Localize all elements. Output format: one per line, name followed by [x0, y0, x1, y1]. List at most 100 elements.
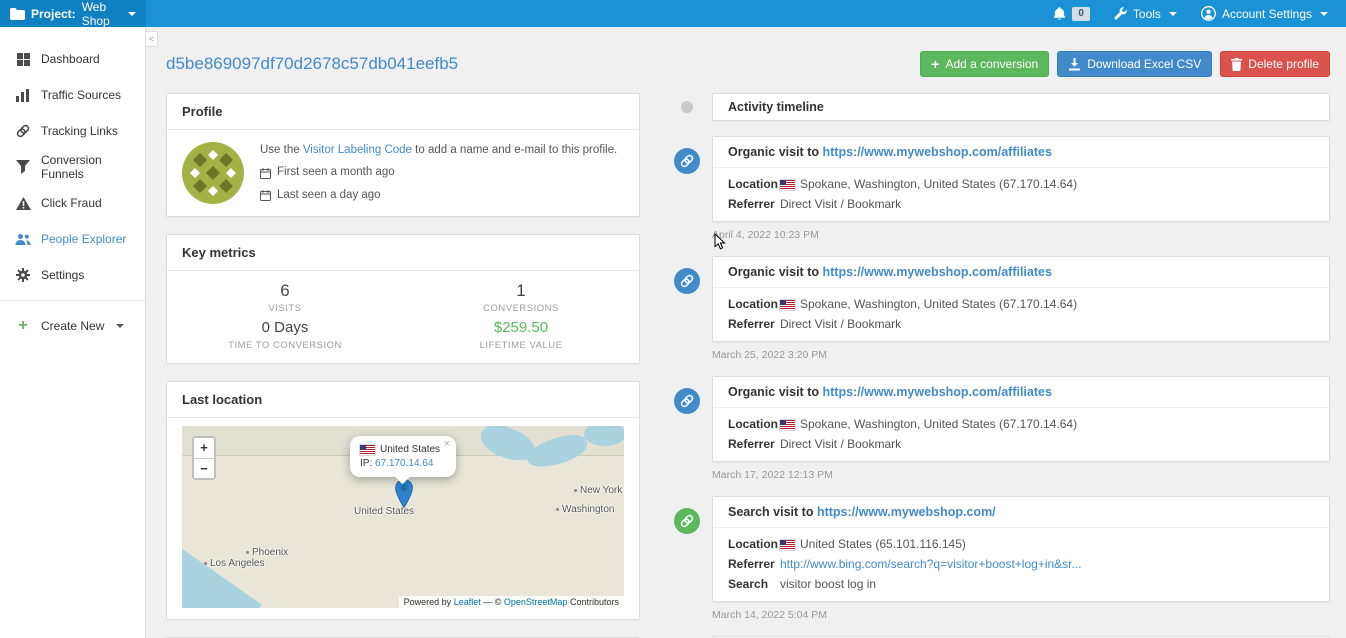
main-content: < d5be869097df70d2678c57db041eefb5 + Add… — [146, 27, 1346, 638]
metric-conversions: 1 CONVERSIONS — [483, 281, 559, 314]
us-flag-icon — [779, 538, 796, 551]
visit-url-link[interactable]: https://www.mywebshop.com/affiliates — [822, 145, 1051, 159]
plus-icon: + — [18, 317, 28, 334]
download-icon — [1068, 57, 1081, 71]
event-card: Organic visit to https://www.mywebshop.c… — [712, 376, 1330, 462]
event-timestamp: March 25, 2022 3:20 PM — [712, 349, 827, 361]
map-city-label: Washington — [556, 504, 614, 515]
notifications-button[interactable]: 0 — [1053, 0, 1090, 27]
user-icon — [1200, 6, 1216, 21]
us-flag-icon — [359, 443, 376, 456]
download-csv-button[interactable]: Download Excel CSV — [1057, 51, 1213, 77]
create-new-menu[interactable]: + Create New — [0, 308, 145, 344]
event-card: Organic visit to https://www.mywebshop.c… — [712, 256, 1330, 342]
tools-label: Tools — [1132, 6, 1161, 21]
leaflet-link[interactable]: Leaflet — [454, 597, 481, 607]
tools-menu[interactable]: Tools — [1114, 0, 1177, 27]
sidebar-item-label: Dashboard — [41, 52, 100, 66]
visit-url-link[interactable]: https://www.mywebshop.com/affiliates — [822, 265, 1051, 279]
event-title: Search visit to https://www.mywebshop.co… — [713, 497, 1329, 528]
visitor-labeling-code-link[interactable]: Visitor Labeling Code — [303, 144, 412, 156]
location-row: Location United States (65.101.116.145) — [728, 537, 966, 551]
last-location-title: Last location — [167, 382, 639, 418]
search-row: Search visitor boost log in — [728, 577, 877, 591]
timeline-event: Search visit to https://www.mywebshop.co… — [674, 496, 1330, 622]
profile-card: Profile Use the Visitor Labeling Code to… — [166, 93, 640, 217]
link-icon — [674, 268, 700, 294]
visit-url-link[interactable]: https://www.mywebshop.com/ — [817, 505, 996, 519]
account-settings-menu[interactable]: Account Settings — [1200, 0, 1328, 27]
event-timestamp: March 17, 2022 12:13 PM — [712, 469, 833, 481]
sidebar-collapse-button[interactable]: < — [146, 31, 158, 47]
metric-time-to-conversion: 0 Days TIME TO CONVERSION — [228, 319, 342, 351]
topbar: Project: Web Shop 0 Tools Account Settin… — [0, 0, 1346, 28]
popup-country: United States — [380, 444, 441, 455]
dashboard-grid-icon — [15, 52, 31, 66]
location-row: Location Spokane, Washington, United Sta… — [728, 177, 1078, 191]
project-switcher[interactable]: Project: Web Shop — [0, 0, 146, 28]
sidebar-item-settings[interactable]: Settings — [0, 257, 145, 293]
zoom-in-button[interactable]: + — [194, 438, 214, 458]
sidebar-item-label: Conversion Funnels — [41, 153, 102, 181]
sidebar-item-label: Settings — [41, 268, 85, 282]
map-canvas[interactable]: United States Los Angeles Phoenix New Yo… — [182, 426, 624, 608]
location-row: Location Spokane, Washington, United Sta… — [728, 297, 1078, 311]
map-popup: × United States IP: 67.170.14.64 — [350, 436, 456, 477]
popup-ip-label: IP: — [360, 458, 373, 469]
add-conversion-button[interactable]: + Add a conversion — [920, 51, 1050, 77]
visit-url-link[interactable]: https://www.mywebshop.com/affiliates — [822, 385, 1051, 399]
sidebar-item-people-explorer[interactable]: People Explorer — [0, 221, 145, 257]
bell-icon — [1053, 6, 1066, 21]
us-flag-icon — [779, 418, 796, 431]
sidebar-item-traffic-sources[interactable]: Traffic Sources — [0, 77, 145, 113]
event-card: Search visit to https://www.mywebshop.co… — [712, 496, 1330, 602]
sidebar: Dashboard Traffic Sources Tracking Links… — [0, 27, 146, 638]
folder-icon — [10, 7, 25, 20]
map-marker-pin[interactable] — [395, 478, 413, 511]
sidebar-item-label: Traffic Sources — [41, 88, 122, 102]
event-title: Organic visit to https://www.mywebshop.c… — [713, 377, 1329, 408]
delete-profile-button[interactable]: Delete profile — [1220, 51, 1330, 77]
warning-triangle-icon — [15, 196, 31, 210]
chevron-down-icon — [116, 324, 125, 328]
chevron-down-icon — [1168, 11, 1177, 16]
create-new-label: Create New — [41, 319, 105, 333]
notifications-count-badge: 0 — [1072, 6, 1090, 21]
map-city-label: New York — [574, 485, 622, 496]
zoom-out-button[interactable]: − — [194, 458, 214, 478]
map-city-label: Phoenix — [246, 547, 288, 558]
sidebar-item-click-fraud[interactable]: Click Fraud — [0, 185, 145, 221]
gear-icon — [15, 268, 31, 282]
referrer-row: Referrer Direct Visit / Bookmark — [728, 317, 902, 331]
link-icon — [674, 508, 700, 534]
people-icon — [15, 233, 31, 246]
close-icon[interactable]: × — [444, 438, 450, 450]
key-metrics-card: Key metrics 6 VISITS 1 CONVERSIONS 0 Day… — [166, 234, 640, 364]
referrer-row: Referrer http://www.bing.com/search?q=vi… — [728, 557, 1082, 572]
bar-chart-icon — [15, 88, 31, 102]
timeline-event: Organic visit to https://www.mywebshop.c… — [674, 376, 1330, 482]
referrer-url-link[interactable]: http://www.bing.com/search?q=visitor+boo… — [780, 557, 1082, 572]
event-title: Organic visit to https://www.mywebshop.c… — [713, 137, 1329, 168]
link-icon — [674, 148, 700, 174]
calendar-icon — [260, 189, 271, 201]
plus-icon: + — [931, 56, 940, 72]
popup-ip-link[interactable]: 67.170.14.64 — [375, 458, 433, 469]
sidebar-item-dashboard[interactable]: Dashboard — [0, 41, 145, 77]
sidebar-item-tracking-links[interactable]: Tracking Links — [0, 113, 145, 149]
project-name: Web Shop — [81, 0, 110, 28]
trash-icon — [1231, 57, 1243, 71]
sidebar-item-label: Tracking Links — [41, 124, 118, 138]
map-attribution: Powered by Leaflet — © OpenStreetMap Con… — [398, 596, 624, 608]
openstreetmap-link[interactable]: OpenStreetMap — [504, 597, 568, 607]
chevron-down-icon — [128, 11, 136, 16]
project-label: Project: — [31, 6, 76, 21]
timeline-header: Activity timeline — [712, 93, 1330, 121]
sidebar-item-label: Click Fraud — [41, 196, 102, 210]
us-flag-icon — [779, 178, 796, 191]
avatar — [182, 142, 244, 204]
map-zoom-control: + − — [192, 436, 216, 480]
sidebar-item-conversion-funnels[interactable]: Conversion Funnels — [0, 149, 145, 185]
link-icon — [674, 388, 700, 414]
timeline-event: Organic visit to https://www.mywebshop.c… — [674, 256, 1330, 362]
